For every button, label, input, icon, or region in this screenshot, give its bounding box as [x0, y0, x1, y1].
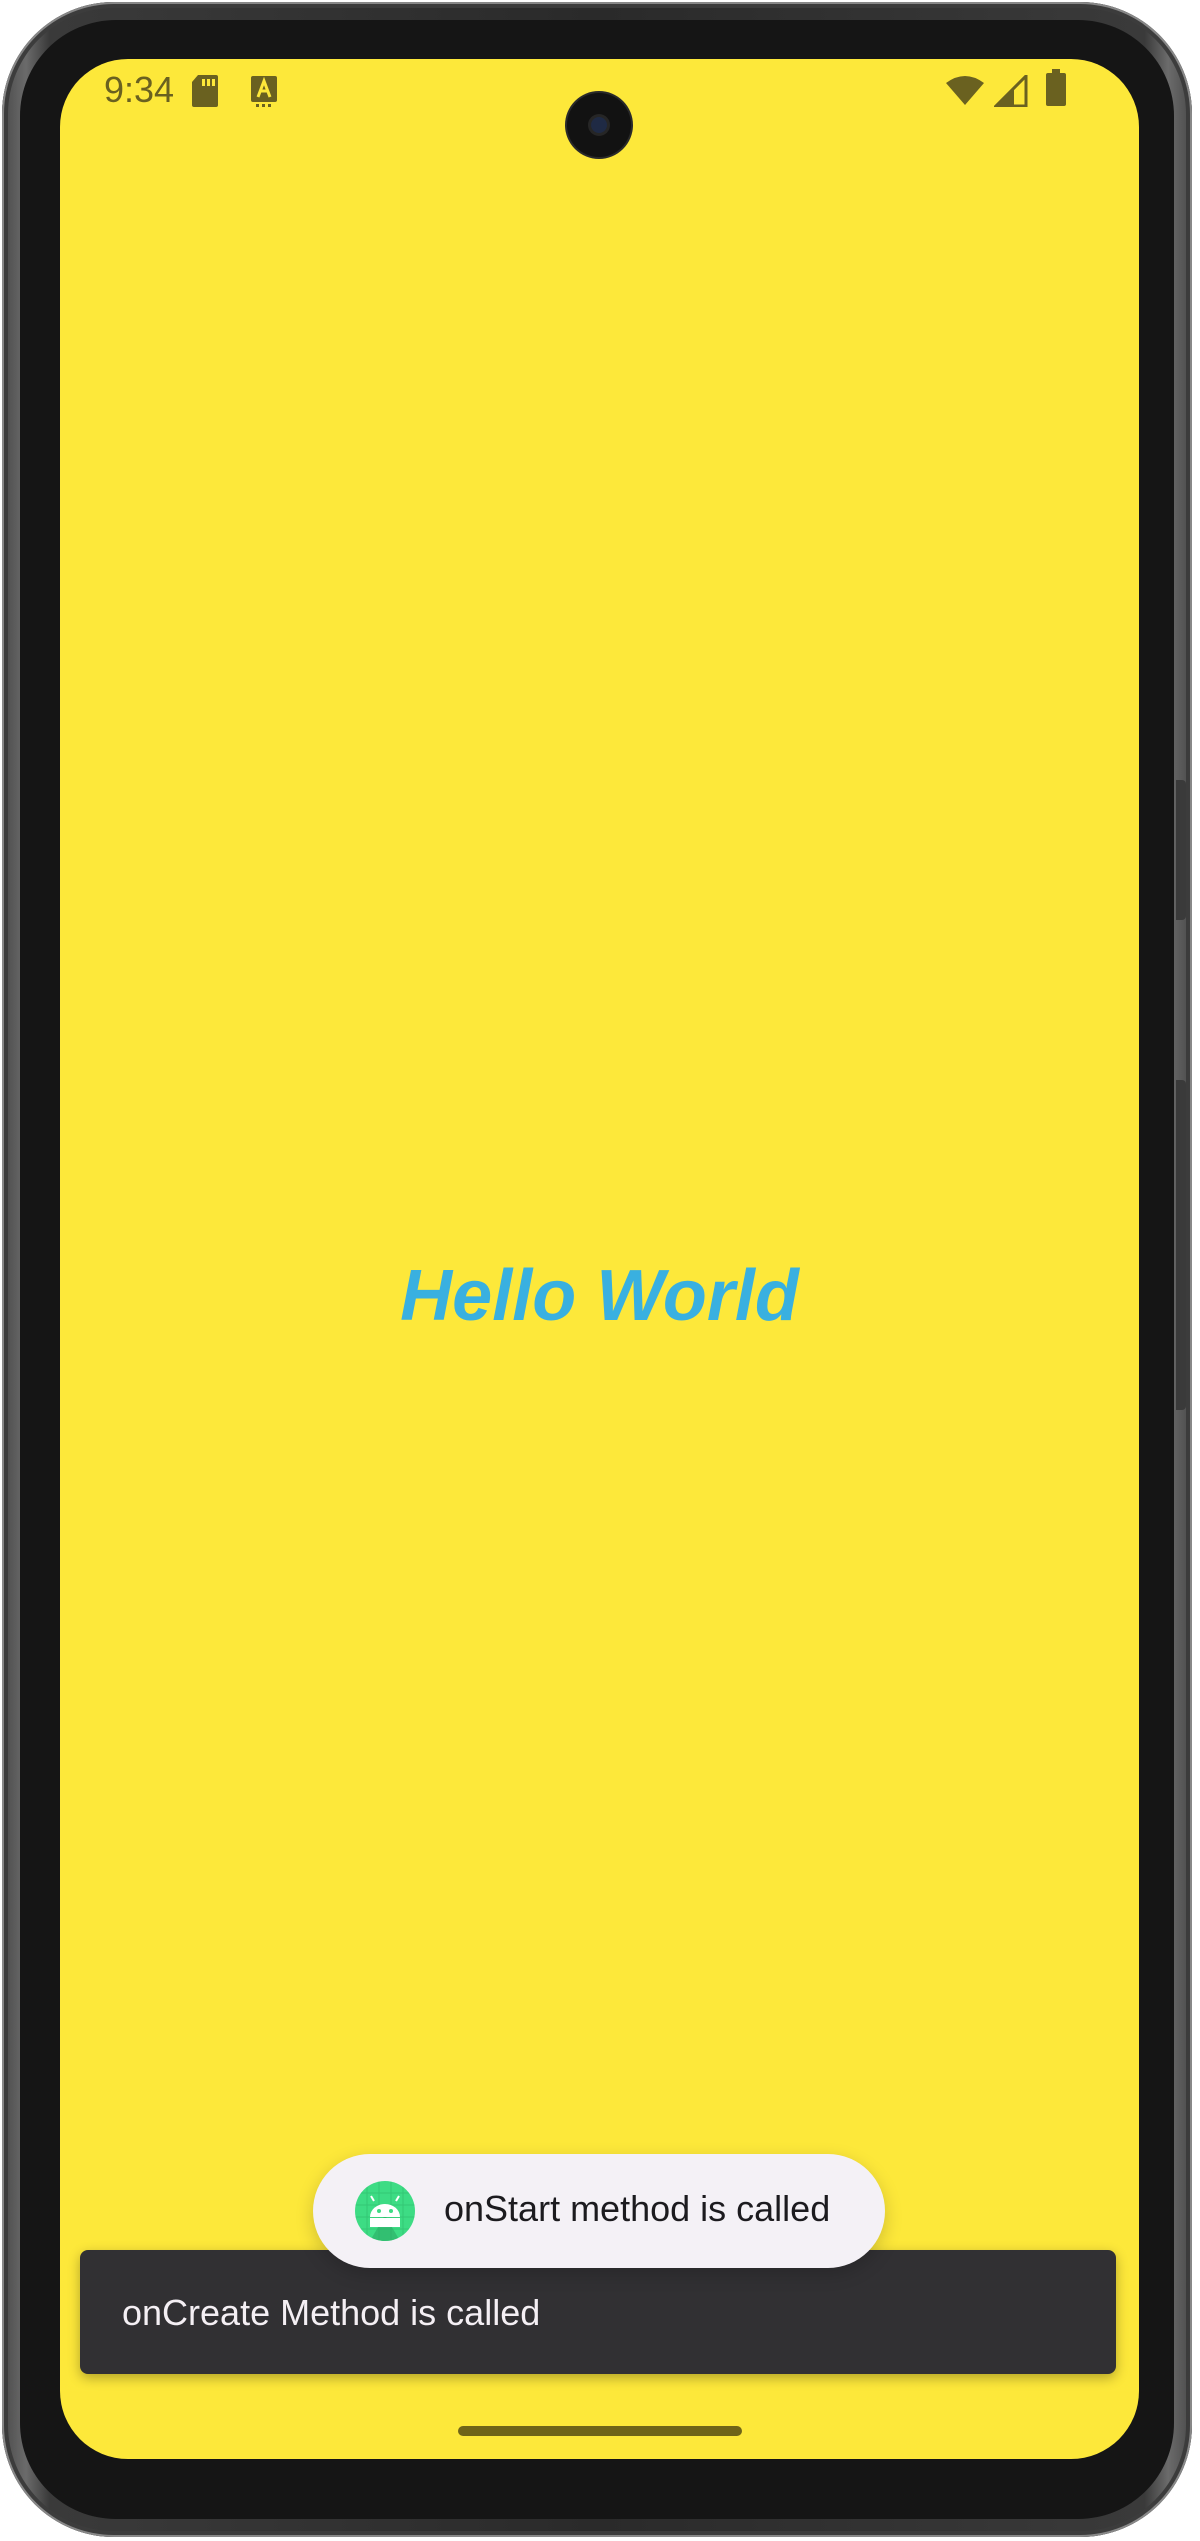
status-time: 9:34	[104, 69, 175, 110]
android-icon	[355, 2181, 415, 2241]
sd-card-icon	[190, 73, 220, 114]
toast-message: onStart method is called	[444, 2188, 831, 2229]
app-screen: 9:34 Hello World onCreate Method is call…	[60, 59, 1139, 2459]
signal-icon	[992, 72, 1028, 112]
gesture-navigation-bar[interactable]	[458, 2426, 742, 2436]
wifi-icon	[945, 75, 985, 112]
toast: onStart method is called	[313, 2154, 885, 2268]
text-a-icon	[250, 75, 278, 112]
front-camera	[567, 93, 631, 157]
snackbar-message: onCreate Method is called	[122, 2292, 541, 2333]
phone-frame: 9:34 Hello World onCreate Method is call…	[2, 2, 1192, 2537]
power-button	[1176, 780, 1186, 920]
battery-icon	[1045, 69, 1067, 112]
volume-rocker	[1176, 1080, 1186, 1410]
hello-world-text: Hello World	[400, 1256, 799, 1336]
snackbar: onCreate Method is called	[80, 2250, 1116, 2374]
